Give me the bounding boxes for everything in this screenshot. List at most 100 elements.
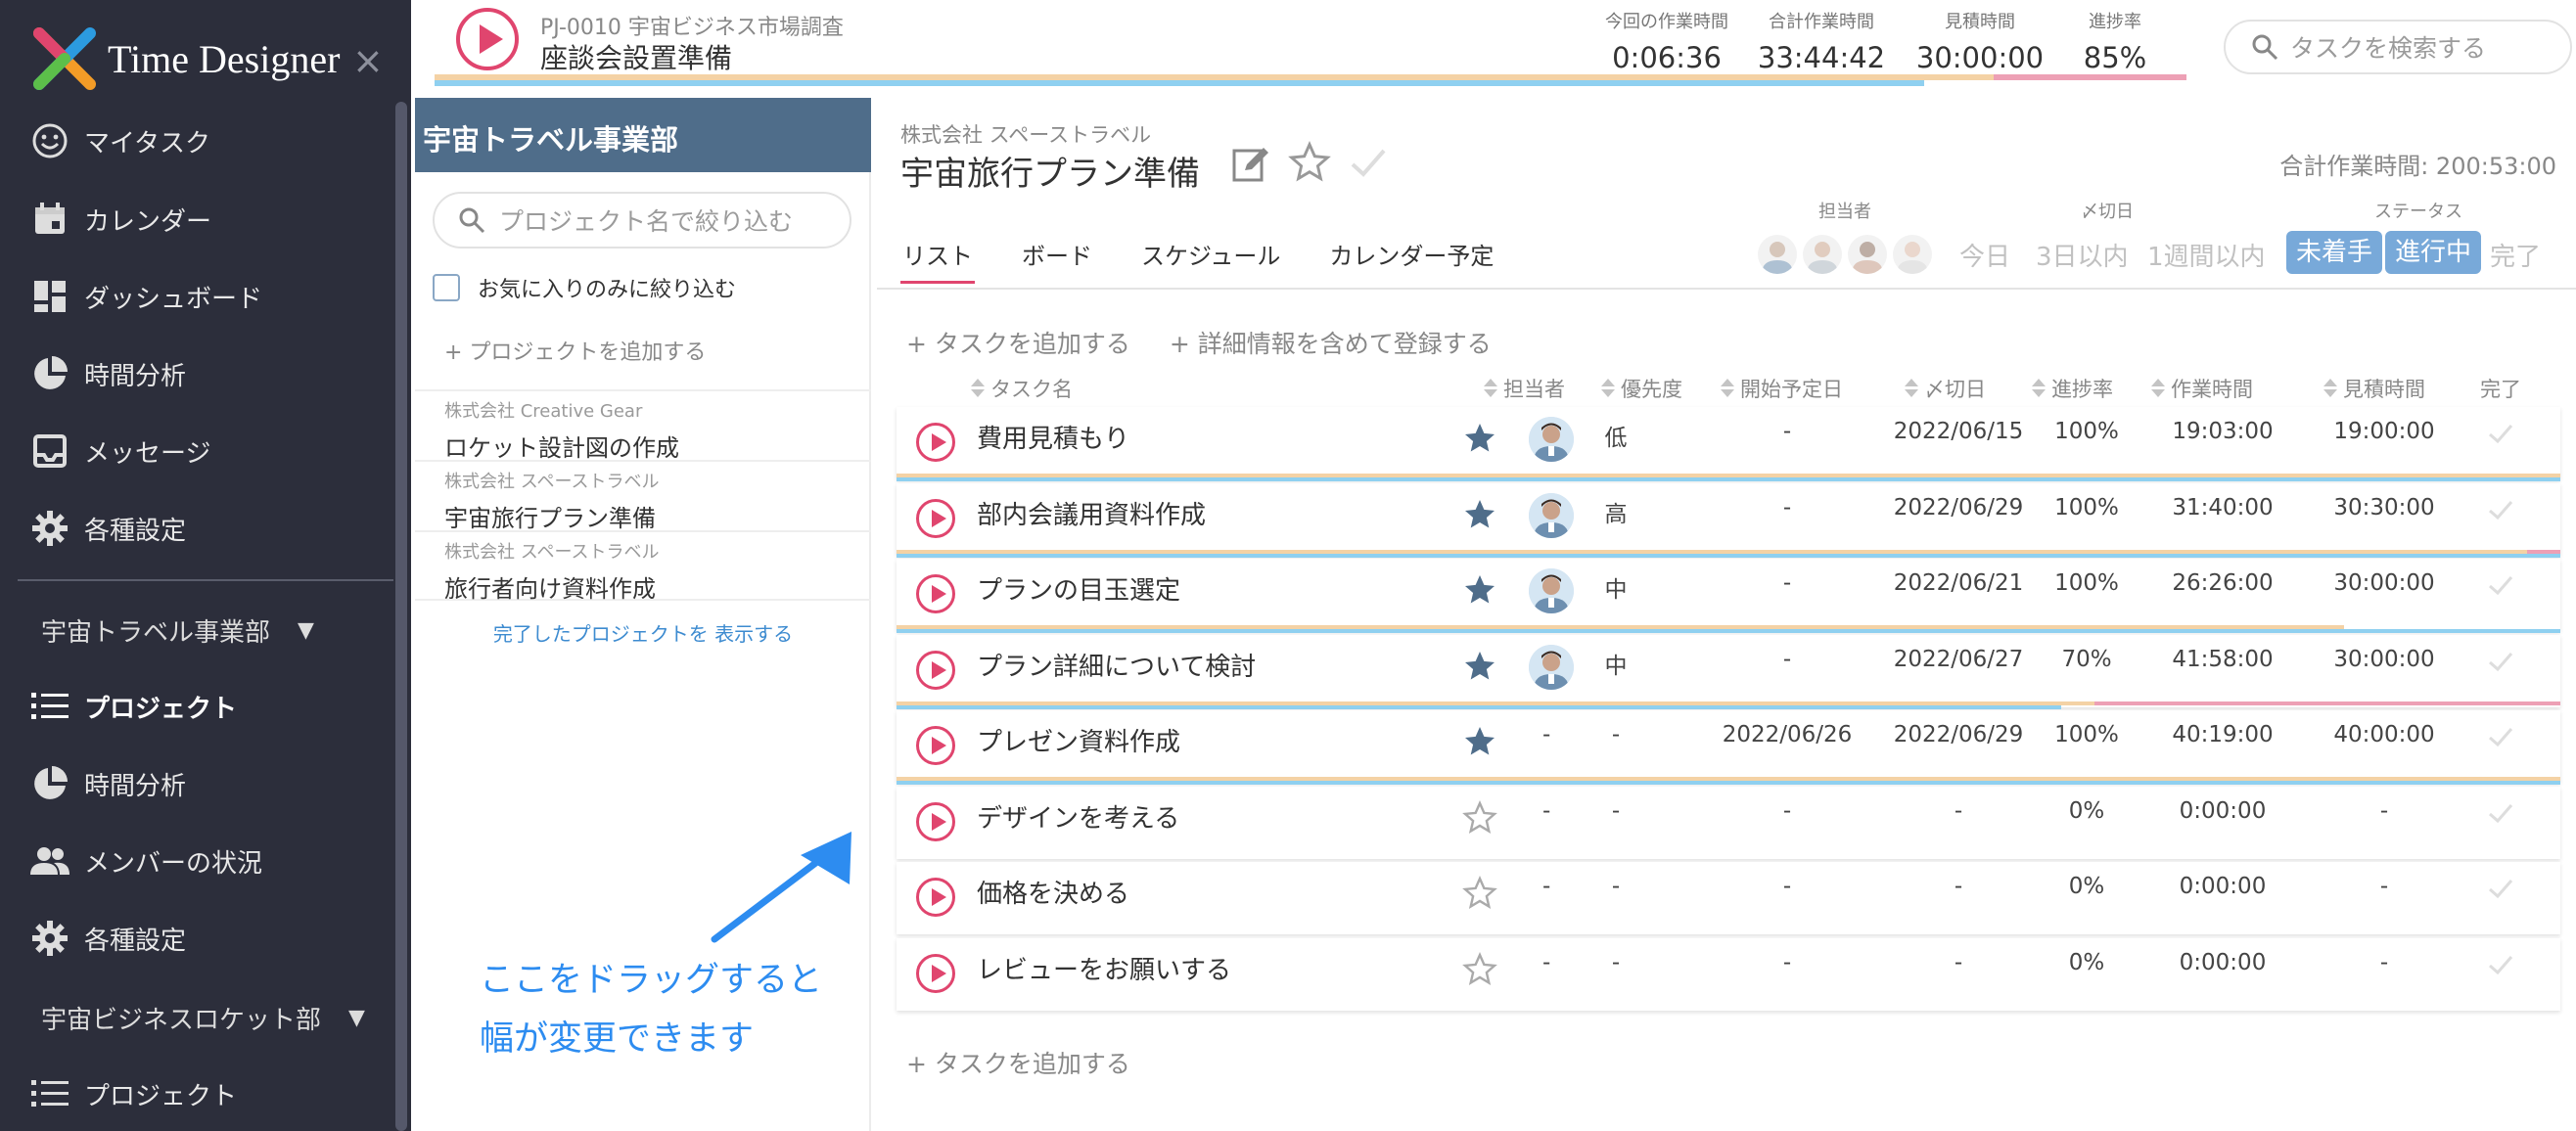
task-row[interactable]: プランの目玉選定 中 - 2022/06/21 100% 26:26:00 30:00:00 [897,559,2560,633]
task-play-button[interactable] [916,953,955,993]
due-filter-today[interactable]: 今日 [1959,237,2010,273]
avatar[interactable] [1529,568,1574,613]
due-filter-1week[interactable]: 1週間以内 [2147,237,2266,273]
edit-icon[interactable] [1231,145,1270,188]
nav-item-messages[interactable]: メッセージ [29,422,210,480]
task-name[interactable]: 価格を決める [977,874,1129,910]
star-outline-icon[interactable] [1462,951,1497,991]
column-header-estimate[interactable]: 見積時間 [2323,374,2425,403]
avatar[interactable] [1529,644,1574,690]
nav-item-my-tasks[interactable]: マイタスク [29,112,210,170]
column-header-start-date[interactable]: 開始予定日 [1721,374,1843,403]
task-row[interactable]: プレゼン資料作成 - - 2022/06/26 2022/06/29 100% 40:19:… [897,710,2560,785]
task-name[interactable]: 部内会議用資料作成 [977,495,1206,531]
task-play-button[interactable] [916,878,955,917]
task-row[interactable]: プラン詳細について検討 中 - 2022/06/27 70% 41:58:00 30:00:… [897,634,2560,709]
nav-item-projects-2[interactable]: プロジェクト [29,1064,237,1123]
show-completed-projects-link[interactable]: 完了したプロジェクトを 表示する [415,618,871,647]
status-filter-not-started[interactable]: 未着手 [2286,231,2383,274]
nav-group-space-rocket[interactable]: 宇宙ビジネスロケット部 ▼ [41,1000,365,1036]
task-play-button[interactable] [916,801,955,841]
complete-check-icon[interactable] [2486,798,2515,832]
project-item[interactable]: 株式会社 スペーストラベル 旅行者向け資料作成 [415,530,871,603]
nav-item-calendar[interactable]: カレンダー [29,190,211,249]
star-filled-icon[interactable] [1462,649,1497,688]
column-header-assignee[interactable]: 担当者 [1484,374,1565,403]
avatar[interactable] [1803,235,1842,274]
status-filter-done[interactable]: 完了 [2490,237,2541,273]
task-name[interactable]: プレゼン資料作成 [977,722,1180,758]
tab-schedule[interactable]: スケジュール [1139,233,1282,284]
nav-item-projects[interactable]: プロジェクト [29,677,237,736]
star-outline-icon[interactable] [1462,876,1497,915]
nav-item-settings[interactable]: 各種設定 [29,499,186,558]
avatar[interactable] [1893,235,1932,274]
task-play-button[interactable] [916,574,955,613]
complete-check-icon[interactable] [1347,141,1390,188]
star-outline-icon[interactable] [1462,799,1497,839]
column-header-task-name[interactable]: タスク名 [971,374,1073,403]
assignee-empty[interactable]: - [1542,722,1550,747]
assignee-empty[interactable]: - [1542,950,1550,975]
checkbox-box[interactable] [433,274,460,301]
column-header-worked[interactable]: 作業時間 [2151,374,2253,403]
nav-item-time-analysis[interactable]: 時間分析 [29,344,186,403]
task-play-button[interactable] [916,726,955,765]
task-name[interactable]: プラン詳細について検討 [977,647,1256,683]
task-name[interactable]: プランの目玉選定 [977,570,1180,607]
add-project-link[interactable]: + プロジェクトを追加する [444,335,706,366]
complete-check-icon[interactable] [2486,950,2515,983]
star-filled-icon[interactable] [1462,421,1497,460]
project-item[interactable]: 株式会社 Creative Gear ロケット設計図の作成 [415,389,871,462]
column-header-progress[interactable]: 進捗率 [2032,374,2113,403]
complete-check-icon[interactable] [2486,647,2515,680]
tab-board[interactable]: ボード [1020,233,1094,284]
task-row[interactable]: 価格を決める - - - - 0% 0:00:00 - [897,862,2560,934]
column-header-due-date[interactable]: 〆切日 [1905,374,1986,403]
task-row[interactable]: デザインを考える - - - - 0% 0:00:00 - [897,786,2560,859]
tab-list[interactable]: リスト [900,233,975,284]
nav-item-members[interactable]: メンバーの状況 [29,832,262,890]
avatar[interactable] [1848,235,1887,274]
task-row[interactable]: レビューをお願いする - - - - 0% 0:00:00 - [897,937,2560,1011]
close-sidebar-icon[interactable]: × [352,39,384,82]
avatar[interactable] [1758,235,1797,274]
task-row[interactable]: 部内会議用資料作成 高 - 2022/06/29 100% 31:40:00 30:30:0… [897,482,2560,558]
complete-check-icon[interactable] [2486,570,2515,604]
column-header-priority[interactable]: 優先度 [1601,374,1682,403]
sidebar-scrollbar[interactable] [395,102,407,1131]
brand[interactable]: Time Designer [29,20,340,98]
nav-item-settings-2[interactable]: 各種設定 [29,909,186,968]
favorites-only-checkbox[interactable]: お気に入りのみに絞り込む [433,272,736,303]
assignee-empty[interactable]: - [1542,798,1550,824]
favorite-star-icon[interactable] [1288,141,1331,188]
task-name[interactable]: 費用見積もり [977,419,1129,455]
avatar[interactable] [1529,492,1574,538]
star-filled-icon[interactable] [1462,724,1497,763]
status-filter-in-progress[interactable]: 進行中 [2385,231,2482,274]
tab-calendar[interactable]: カレンダー予定 [1327,233,1495,284]
nav-group-space-travel[interactable]: 宇宙トラベル事業部 ▼ [41,612,314,649]
task-search-input[interactable]: タスクを検索する [2224,20,2572,74]
task-play-button[interactable] [916,423,955,462]
timer-play-button[interactable] [456,8,519,70]
add-task-link-bottom[interactable]: + タスクを追加する [906,1045,1130,1080]
assignee-empty[interactable]: - [1542,874,1550,899]
complete-check-icon[interactable] [2486,874,2515,907]
add-task-link[interactable]: + タスクを追加する [906,325,1130,360]
due-filter-3days[interactable]: 3日以内 [2036,237,2129,273]
project-item[interactable]: 株式会社 スペーストラベル 宇宙旅行プラン準備 [415,460,871,532]
task-name[interactable]: レビューをお願いする [977,950,1231,986]
star-filled-icon[interactable] [1462,497,1497,536]
complete-check-icon[interactable] [2486,495,2515,528]
add-detailed-task-link[interactable]: + 詳細情報を含めて登録する [1170,325,1492,360]
nav-item-dashboard[interactable]: ダッシュボード [29,267,262,326]
task-row[interactable]: 費用見積もり 低 - 2022/06/15 100% 19:03:00 19:00:00 [897,407,2560,481]
task-play-button[interactable] [916,650,955,690]
avatar[interactable] [1529,417,1574,462]
nav-item-time-analysis-2[interactable]: 時間分析 [29,754,186,813]
task-name[interactable]: デザインを考える [977,798,1179,835]
task-play-button[interactable] [916,498,955,538]
complete-check-icon[interactable] [2486,419,2515,452]
star-filled-icon[interactable] [1462,572,1497,611]
